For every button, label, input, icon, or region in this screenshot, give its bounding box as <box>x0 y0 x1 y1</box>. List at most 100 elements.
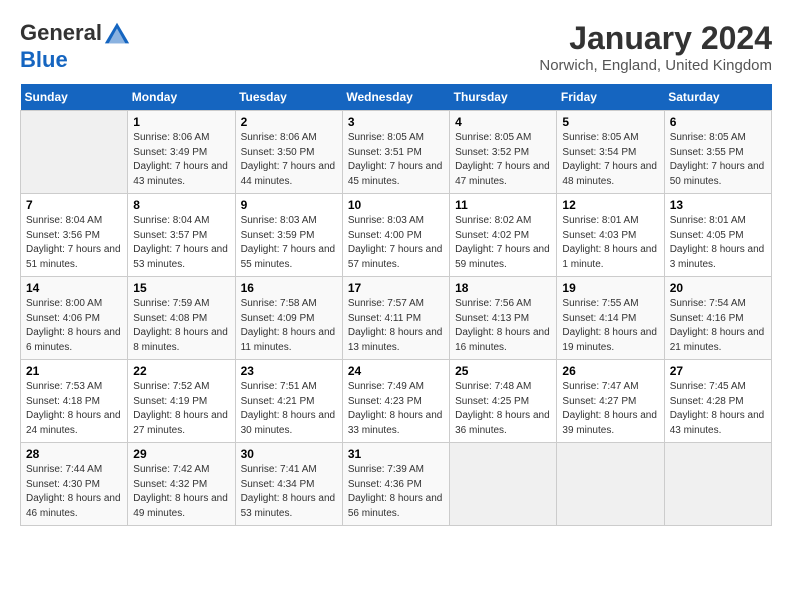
day-info: Sunrise: 7:55 AMSunset: 4:14 PMDaylight:… <box>562 297 658 355</box>
day-info: Sunrise: 8:05 AMSunset: 3:51 PMDaylight:… <box>348 131 444 189</box>
calendar-cell: 26 Sunrise: 7:47 AMSunset: 4:27 PMDayligh… <box>557 360 664 443</box>
day-info: Sunrise: 7:54 AMSunset: 4:16 PMDaylight:… <box>670 297 766 355</box>
weekday-header-saturday: Saturday <box>664 84 771 111</box>
calendar-cell: 4Sunrise: 8:05 AMSunset: 3:52 PMDaylight… <box>450 111 557 194</box>
day-info: Sunrise: 7:49 AMSunset: 4:23 PMDaylight:… <box>348 380 444 438</box>
day-number: 27 <box>670 364 766 378</box>
day-info: Sunrise: 7:53 AMSunset: 4:18 PMDaylight:… <box>26 380 122 438</box>
day-number: 13 <box>670 198 766 212</box>
day-number: 16 <box>241 281 337 295</box>
day-info: Sunrise: 8:06 AMSunset: 3:50 PMDaylight:… <box>241 131 337 189</box>
day-number: 20 <box>670 281 766 295</box>
day-number: 24 <box>348 364 444 378</box>
day-info: Sunrise: 7:44 AMSunset: 4:30 PMDaylight:… <box>26 463 122 521</box>
day-info: Sunrise: 7:48 AMSunset: 4:25 PMDaylight:… <box>455 380 551 438</box>
day-info: Sunrise: 8:00 AMSunset: 4:06 PMDaylight:… <box>26 297 122 355</box>
day-number: 6 <box>670 115 766 129</box>
day-number: 7 <box>26 198 122 212</box>
calendar-cell: 15 Sunrise: 7:59 AMSunset: 4:08 PMDayligh… <box>128 277 235 360</box>
day-number: 9 <box>241 198 337 212</box>
calendar-cell <box>557 443 664 526</box>
calendar-cell: 20 Sunrise: 7:54 AMSunset: 4:16 PMDayligh… <box>664 277 771 360</box>
day-number: 2 <box>241 115 337 129</box>
day-number: 1 <box>133 115 229 129</box>
calendar-week-row: 28 Sunrise: 7:44 AMSunset: 4:30 PMDayligh… <box>21 443 772 526</box>
calendar-cell: 28 Sunrise: 7:44 AMSunset: 4:30 PMDayligh… <box>21 443 128 526</box>
month-title: January 2024 <box>539 20 772 57</box>
day-info: Sunrise: 7:56 AMSunset: 4:13 PMDaylight:… <box>455 297 551 355</box>
calendar-cell: 17 Sunrise: 7:57 AMSunset: 4:11 PMDayligh… <box>342 277 449 360</box>
day-info: Sunrise: 7:47 AMSunset: 4:27 PMDaylight:… <box>562 380 658 438</box>
day-info: Sunrise: 8:03 AMSunset: 3:59 PMDaylight:… <box>241 214 337 272</box>
day-info: Sunrise: 8:01 AMSunset: 4:03 PMDaylight:… <box>562 214 658 272</box>
calendar-week-row: 1 Sunrise: 8:06 AMSunset: 3:49 PMDaylight… <box>21 111 772 194</box>
day-number: 25 <box>455 364 551 378</box>
day-number: 18 <box>455 281 551 295</box>
weekday-header-sunday: Sunday <box>21 84 128 111</box>
day-info: Sunrise: 7:45 AMSunset: 4:28 PMDaylight:… <box>670 380 766 438</box>
calendar-week-row: 7Sunrise: 8:04 AMSunset: 3:56 PMDaylight… <box>21 194 772 277</box>
day-number: 14 <box>26 281 122 295</box>
day-number: 8 <box>133 198 229 212</box>
location-subtitle: Norwich, England, United Kingdom <box>539 57 772 74</box>
calendar-cell: 5 Sunrise: 8:05 AMSunset: 3:54 PMDaylight… <box>557 111 664 194</box>
day-info: Sunrise: 7:57 AMSunset: 4:11 PMDaylight:… <box>348 297 444 355</box>
calendar-cell: 6 Sunrise: 8:05 AMSunset: 3:55 PMDaylight… <box>664 111 771 194</box>
calendar-header-row: SundayMondayTuesdayWednesdayThursdayFrid… <box>21 84 772 111</box>
calendar-cell: 12 Sunrise: 8:01 AMSunset: 4:03 PMDayligh… <box>557 194 664 277</box>
calendar-table: SundayMondayTuesdayWednesdayThursdayFrid… <box>20 84 772 526</box>
day-number: 3 <box>348 115 444 129</box>
calendar-cell: 11Sunrise: 8:02 AMSunset: 4:02 PMDayligh… <box>450 194 557 277</box>
day-number: 5 <box>562 115 658 129</box>
day-number: 22 <box>133 364 229 378</box>
day-info: Sunrise: 8:05 AMSunset: 3:54 PMDaylight:… <box>562 131 658 189</box>
weekday-header-wednesday: Wednesday <box>342 84 449 111</box>
day-number: 17 <box>348 281 444 295</box>
day-number: 31 <box>348 447 444 461</box>
calendar-cell: 9 Sunrise: 8:03 AMSunset: 3:59 PMDaylight… <box>235 194 342 277</box>
calendar-cell: 22Sunrise: 7:52 AMSunset: 4:19 PMDayligh… <box>128 360 235 443</box>
day-info: Sunrise: 8:02 AMSunset: 4:02 PMDaylight:… <box>455 214 551 272</box>
weekday-header-tuesday: Tuesday <box>235 84 342 111</box>
calendar-cell: 21 Sunrise: 7:53 AMSunset: 4:18 PMDayligh… <box>21 360 128 443</box>
calendar-cell: 8 Sunrise: 8:04 AMSunset: 3:57 PMDaylight… <box>128 194 235 277</box>
day-info: Sunrise: 7:59 AMSunset: 4:08 PMDaylight:… <box>133 297 229 355</box>
day-number: 29 <box>133 447 229 461</box>
weekday-header-friday: Friday <box>557 84 664 111</box>
logo-blue-text: Blue <box>20 47 68 72</box>
day-number: 23 <box>241 364 337 378</box>
day-info: Sunrise: 8:06 AMSunset: 3:49 PMDaylight:… <box>133 131 229 189</box>
calendar-cell: 16 Sunrise: 7:58 AMSunset: 4:09 PMDayligh… <box>235 277 342 360</box>
calendar-cell: 29 Sunrise: 7:42 AMSunset: 4:32 PMDayligh… <box>128 443 235 526</box>
day-info: Sunrise: 7:58 AMSunset: 4:09 PMDaylight:… <box>241 297 337 355</box>
day-info: Sunrise: 8:04 AMSunset: 3:57 PMDaylight:… <box>133 214 229 272</box>
calendar-cell: 13 Sunrise: 8:01 AMSunset: 4:05 PMDayligh… <box>664 194 771 277</box>
calendar-cell: 3 Sunrise: 8:05 AMSunset: 3:51 PMDaylight… <box>342 111 449 194</box>
day-info: Sunrise: 8:03 AMSunset: 4:00 PMDaylight:… <box>348 214 444 272</box>
day-info: Sunrise: 7:51 AMSunset: 4:21 PMDaylight:… <box>241 380 337 438</box>
day-number: 26 <box>562 364 658 378</box>
logo: General Blue <box>20 20 132 72</box>
calendar-cell <box>21 111 128 194</box>
day-number: 21 <box>26 364 122 378</box>
calendar-cell: 23 Sunrise: 7:51 AMSunset: 4:21 PMDayligh… <box>235 360 342 443</box>
day-info: Sunrise: 8:01 AMSunset: 4:05 PMDaylight:… <box>670 214 766 272</box>
day-number: 10 <box>348 198 444 212</box>
calendar-cell <box>450 443 557 526</box>
day-number: 12 <box>562 198 658 212</box>
calendar-cell: 25 Sunrise: 7:48 AMSunset: 4:25 PMDayligh… <box>450 360 557 443</box>
calendar-cell: 2 Sunrise: 8:06 AMSunset: 3:50 PMDaylight… <box>235 111 342 194</box>
day-info: Sunrise: 7:39 AMSunset: 4:36 PMDaylight:… <box>348 463 444 521</box>
day-number: 19 <box>562 281 658 295</box>
day-info: Sunrise: 8:05 AMSunset: 3:52 PMDaylight:… <box>455 131 551 189</box>
day-number: 15 <box>133 281 229 295</box>
day-number: 28 <box>26 447 122 461</box>
logo-icon <box>103 20 131 48</box>
calendar-cell: 18 Sunrise: 7:56 AMSunset: 4:13 PMDayligh… <box>450 277 557 360</box>
weekday-header-monday: Monday <box>128 84 235 111</box>
day-info: Sunrise: 7:41 AMSunset: 4:34 PMDaylight:… <box>241 463 337 521</box>
day-info: Sunrise: 7:42 AMSunset: 4:32 PMDaylight:… <box>133 463 229 521</box>
day-info: Sunrise: 8:05 AMSunset: 3:55 PMDaylight:… <box>670 131 766 189</box>
title-block: January 2024 Norwich, England, United Ki… <box>539 20 772 74</box>
calendar-cell: 24 Sunrise: 7:49 AMSunset: 4:23 PMDayligh… <box>342 360 449 443</box>
